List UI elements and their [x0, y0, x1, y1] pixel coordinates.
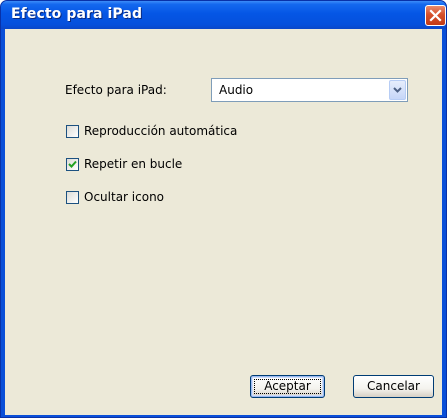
autoplay-checkbox[interactable] [66, 125, 79, 138]
autoplay-label[interactable]: Reproducción automática [84, 124, 237, 138]
checkmark-icon [68, 160, 77, 168]
dropdown-button[interactable] [389, 80, 406, 100]
focus-indicator [254, 379, 321, 394]
window-title: Efecto para iPad [11, 6, 143, 22]
accept-button[interactable]: Aceptar [250, 375, 325, 398]
effect-select-value: Audio [219, 83, 254, 97]
effect-label: Efecto para iPad: [65, 83, 167, 97]
cancel-button[interactable]: Cancelar [353, 375, 434, 398]
loop-label[interactable]: Repetir en bucle [84, 157, 182, 171]
close-icon [429, 9, 442, 22]
hide-icon-label[interactable]: Ocultar icono [84, 190, 164, 204]
title-bar[interactable]: Efecto para iPad [1, 1, 446, 29]
dialog-body: Efecto para iPad: Audio Reproducción aut… [5, 29, 442, 415]
close-button[interactable] [425, 5, 446, 26]
loop-checkbox[interactable] [66, 158, 79, 171]
cancel-button-label: Cancelar [367, 379, 420, 393]
hide-icon-checkbox[interactable] [66, 191, 79, 204]
chevron-down-icon [393, 87, 402, 93]
dialog-window: Efecto para iPad Efecto para iPad: Audio… [0, 0, 447, 418]
effect-select[interactable]: Audio [211, 78, 408, 102]
